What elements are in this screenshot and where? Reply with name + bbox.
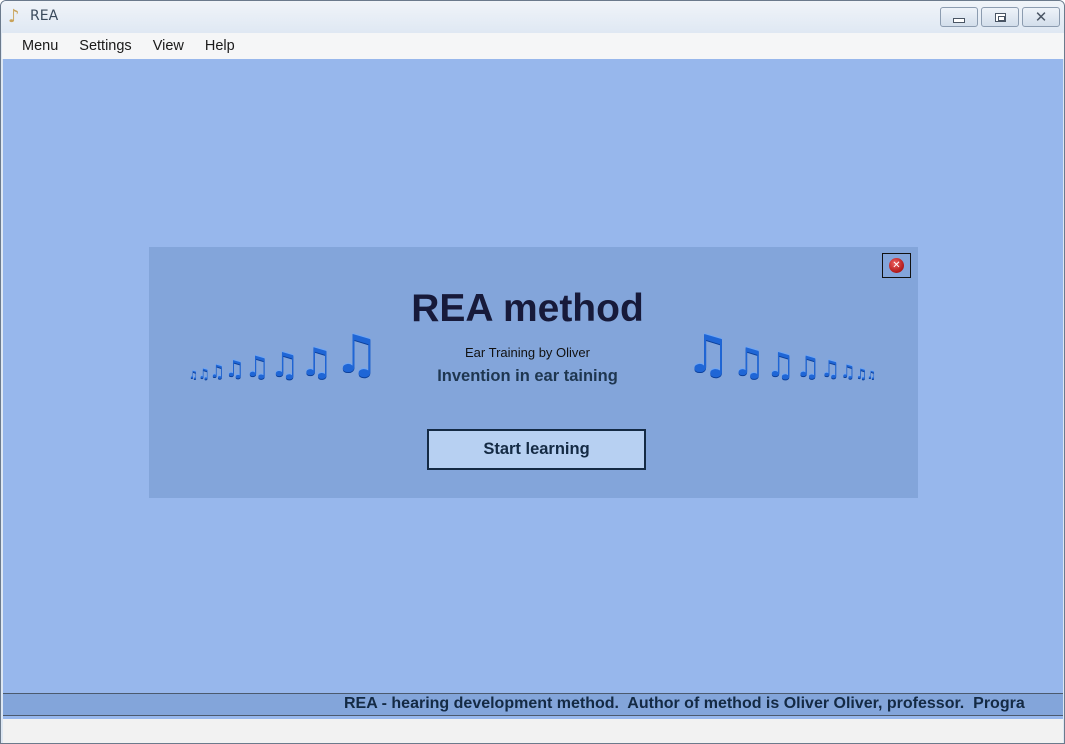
music-note-icon: ♫ [840,362,856,382]
maximize-button[interactable] [981,7,1019,27]
minimize-button[interactable] [940,7,978,27]
restore-icon [994,12,1006,22]
close-button[interactable]: ✕ [1022,7,1060,27]
window-title: REA [30,8,59,24]
main-area: ✕ ♫ ♫ ♫ ♫ ♫ ♫ ♫ ♫ REA method Ear Trainin… [3,59,1063,693]
menu-bar: Menu Settings View Help [2,33,1064,59]
ticker-bar: REA - hearing development method. Author… [3,693,1063,716]
welcome-panel: ✕ ♫ ♫ ♫ ♫ ♫ ♫ ♫ ♫ REA method Ear Trainin… [149,247,918,498]
music-note-icon: ♫ [795,350,821,383]
music-notes-right-icon: ♫ ♫ ♫ ♫ ♫ ♫ ♫ ♫ [685,325,876,381]
music-note-icon: ♫ [685,325,732,385]
menu-help[interactable]: Help [197,35,243,57]
title-bar[interactable]: ♪ REA ✕ [1,1,1064,33]
music-note-icon: ♫ [867,370,877,381]
menu-view[interactable]: View [145,35,192,57]
menu-settings[interactable]: Settings [71,35,139,57]
status-bar [3,716,1063,743]
music-note-icon: ♫ [731,340,766,384]
music-note-icon: ♪ [8,6,20,27]
close-circle-icon: ✕ [889,258,904,273]
menu-menu[interactable]: Menu [14,35,66,57]
music-note-icon: ♫ [820,357,841,382]
close-icon: ✕ [1034,8,1048,26]
minimize-icon [953,17,965,23]
app-window: ♪ REA ✕ Menu Settings View Help ✕ ♫ ♫ ♫ … [0,0,1065,744]
music-note-icon: ♫ [765,345,796,384]
music-note-icon: ♫ [855,367,868,382]
ticker-text: REA - hearing development method. Author… [344,695,1025,712]
panel-close-button[interactable]: ✕ [882,253,911,278]
start-learning-button[interactable]: Start learning [427,429,646,470]
